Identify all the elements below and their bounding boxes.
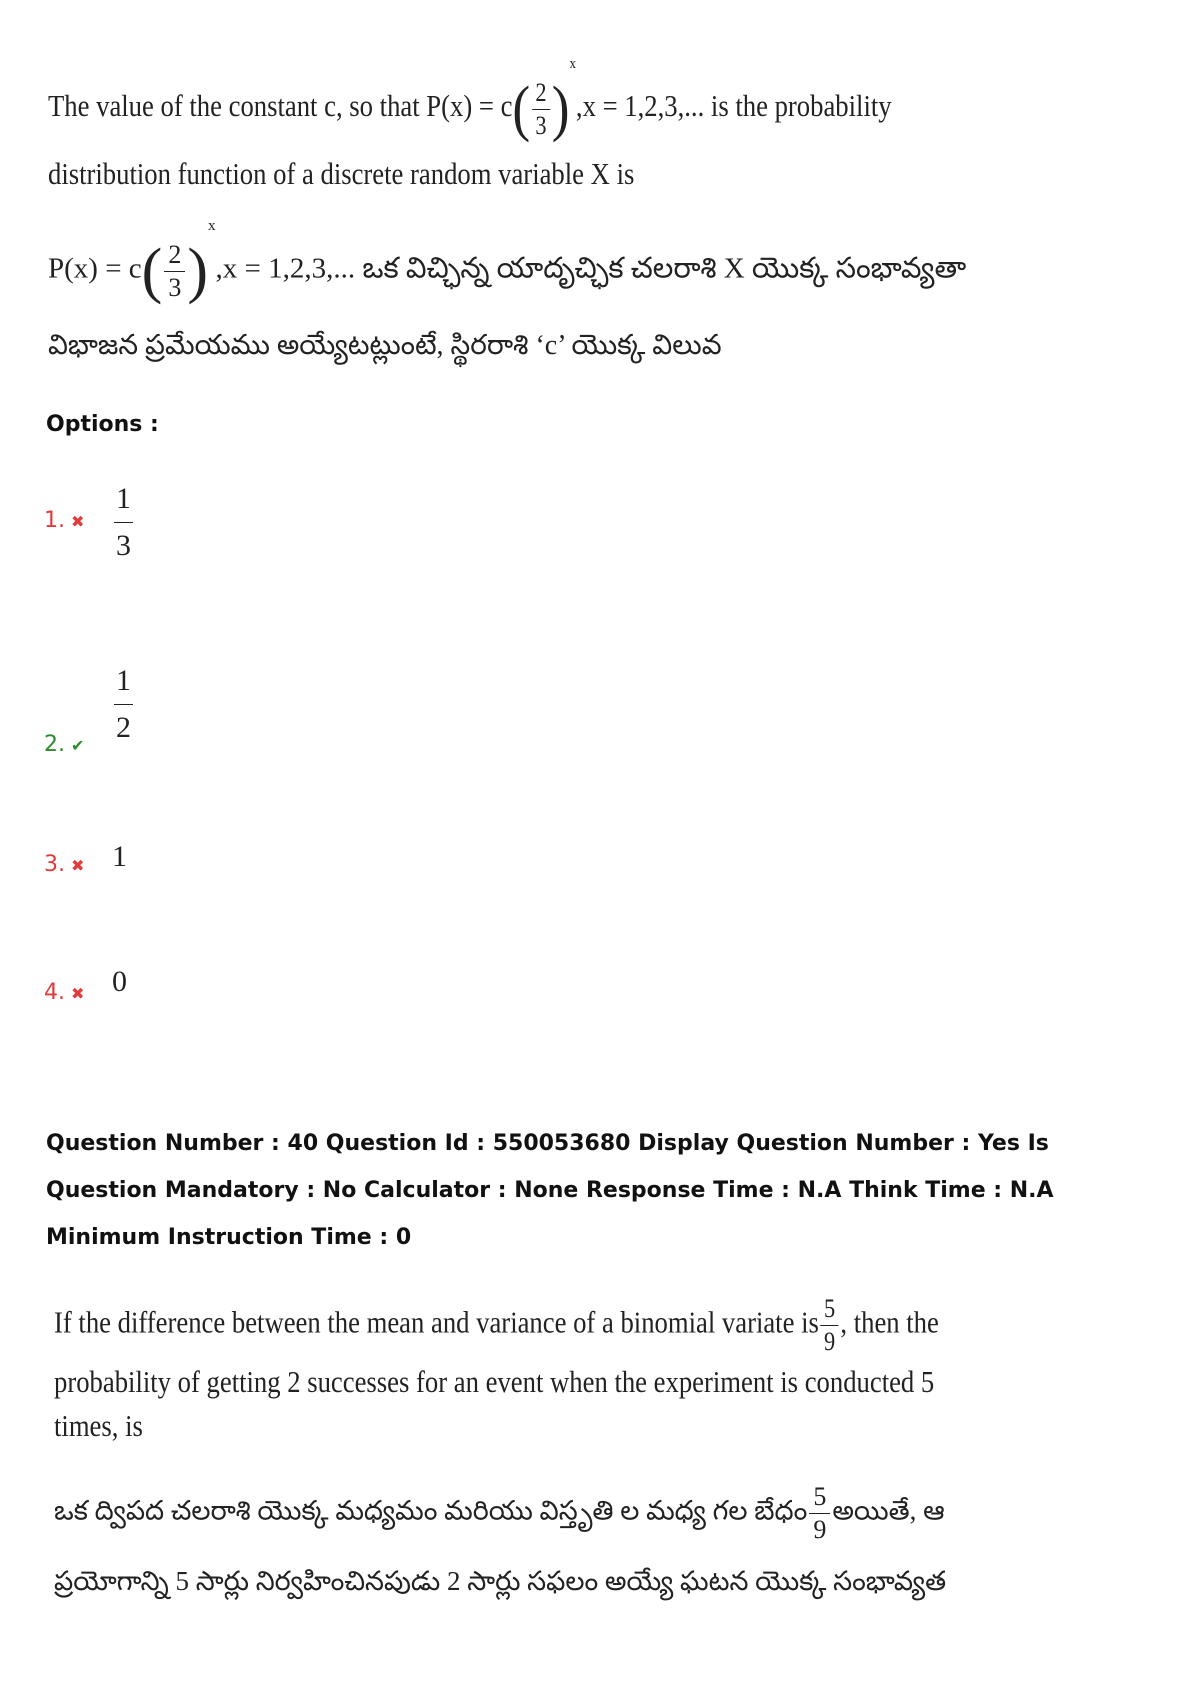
fraction-numerator: 5 <box>813 1482 827 1511</box>
question1-telugu-text: ,x = 1,2,3,... ఒక విచ్ఛిన్న యాదృచ్ఛిక చల… <box>215 252 967 285</box>
option-2-number: 2. ✔ <box>44 732 84 757</box>
fraction-numerator: 5 <box>824 1294 836 1323</box>
option-number-label: 3. <box>44 852 65 877</box>
option-denominator: 2 <box>114 704 133 743</box>
question2-english-line3: times, is <box>54 1408 143 1443</box>
fraction-numerator: 2 <box>535 77 547 107</box>
option-4-value: 0 <box>112 965 127 998</box>
fraction-two-thirds: 23 <box>531 77 550 139</box>
option-2-value: 1 2 <box>114 666 133 743</box>
question-metadata: Question Number : 40 Question Id : 55005… <box>46 1131 1054 1250</box>
option-numerator: 1 <box>116 482 131 515</box>
fraction-two-thirds: 23 <box>164 239 186 301</box>
option-3-number: 3. ✖ <box>44 852 84 877</box>
options-label: Options : <box>46 412 159 437</box>
question1-english-line2: distribution function of a discrete rand… <box>48 156 635 191</box>
fraction-denominator: 3 <box>164 270 186 301</box>
question1-english-line1: The value of the constant c, so that P(x… <box>48 56 892 143</box>
right-paren: ) <box>551 75 570 143</box>
fraction-denominator: 3 <box>531 108 550 139</box>
right-paren: ) <box>187 237 208 305</box>
question2-telugu-line2: ప్రయోగాన్ని 5 సార్లు నిర్వహించినపుడు 2 స… <box>54 1566 947 1596</box>
option-number-label: 1. <box>44 508 65 533</box>
question2-english-line2: probability of getting 2 successes for a… <box>54 1364 935 1399</box>
left-paren: ( <box>512 75 531 143</box>
cross-icon: ✖ <box>71 512 85 531</box>
question2-english-line1: If the difference between the mean and v… <box>54 1296 939 1355</box>
question1-english-text-post: ,x = 1,2,3,... is the probability <box>575 88 892 124</box>
fraction-denominator: 9 <box>809 1513 831 1543</box>
question2-telugu-text-post: అయితే, ఆ <box>832 1495 945 1526</box>
question1-telugu-formula: P(x) = c <box>48 252 142 285</box>
question1-telugu-line2: విభాజన ప్రమేయము అయ్యేటట్లుంటే, స్థిరరాశి… <box>48 330 722 361</box>
cross-icon: ✖ <box>71 984 85 1003</box>
question2-telugu-text: ఒక ద్విపద చలరాశి యొక్క మధ్యమం మరియు విస్… <box>54 1495 808 1526</box>
option-1-value: 1 3 <box>114 484 133 561</box>
exponent: x <box>569 56 576 72</box>
option-number-label: 2. <box>44 732 65 757</box>
left-paren: ( <box>141 237 163 305</box>
cross-icon: ✖ <box>71 856 85 875</box>
option-4-number: 4. ✖ <box>44 980 84 1005</box>
option-denominator: 3 <box>114 522 133 561</box>
fraction-numerator: 2 <box>168 239 182 269</box>
option-number-label: 4. <box>44 980 65 1005</box>
check-icon: ✔ <box>71 736 85 755</box>
question2-english-text: If the difference between the mean and v… <box>54 1304 819 1340</box>
exponent: x <box>207 218 216 234</box>
fraction-denominator: 9 <box>820 1325 839 1355</box>
option-3-value: 1 <box>112 840 127 873</box>
question1-english-text: The value of the constant c, so that P(x… <box>48 88 513 124</box>
option-1-number: 1. ✖ <box>44 508 84 533</box>
fraction-five-ninths: 59 <box>820 1294 839 1355</box>
question2-english-text-post: , then the <box>840 1304 939 1340</box>
option-numerator: 1 <box>116 664 131 697</box>
fraction-five-ninths: 59 <box>809 1482 831 1543</box>
question1-telugu-line1: P(x) = c(2 3) x ,x = 1,2,3,... ఒక విచ్ఛిన్న… <box>48 218 967 305</box>
question2-telugu-line1: ఒక ద్విపద చలరాశి యొక్క మధ్యమం మరియు విస్… <box>54 1484 945 1543</box>
